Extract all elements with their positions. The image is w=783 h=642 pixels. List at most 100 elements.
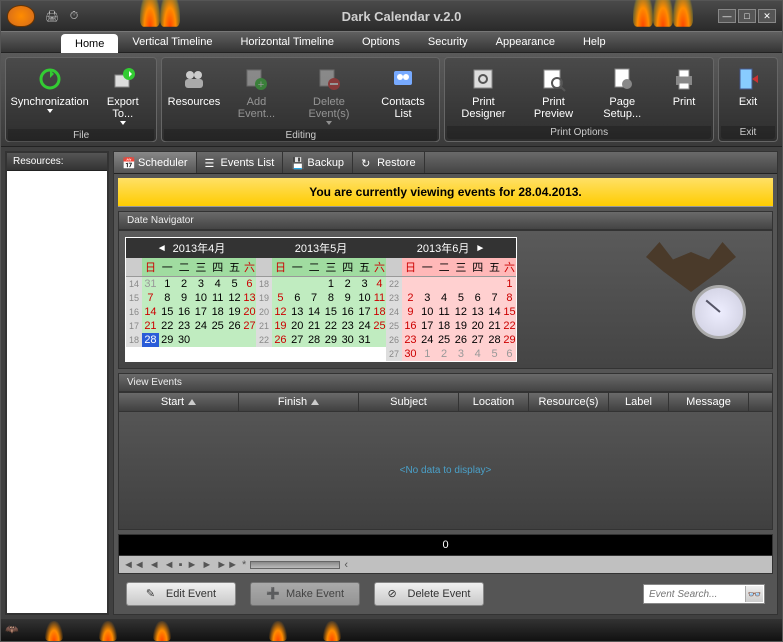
day-cell[interactable] <box>373 333 386 347</box>
day-cell[interactable]: 15 <box>322 305 339 319</box>
navigator-bar[interactable]: ◄◄◄◄▪►►►►* ‹ <box>118 556 773 574</box>
menu-security[interactable]: Security <box>414 32 482 52</box>
clock-icon[interactable]: ⏱ <box>65 7 83 25</box>
ribbon-synchronization-button[interactable]: Synchronization <box>8 60 91 129</box>
column-start[interactable]: Start <box>119 393 239 411</box>
ribbon-resources-button[interactable]: Resources <box>164 60 223 129</box>
subtab-restore[interactable]: ↻Restore <box>353 152 425 173</box>
day-cell[interactable] <box>486 277 503 292</box>
events-grid-body[interactable]: <No data to display> <box>118 412 773 530</box>
day-cell[interactable]: 28 <box>486 333 503 347</box>
next-month-button[interactable]: ► <box>475 243 485 254</box>
day-cell[interactable]: 22 <box>503 319 516 333</box>
day-cell[interactable]: 29 <box>159 333 176 347</box>
day-cell[interactable]: 5 <box>486 347 503 361</box>
ribbon-delete-event(s)-button[interactable]: Delete Event(s) <box>289 60 368 129</box>
day-cell[interactable]: 25 <box>373 319 386 333</box>
day-cell[interactable]: 4 <box>469 347 486 361</box>
day-cell[interactable]: 23 <box>176 319 193 333</box>
make-event-button[interactable]: ➕Make Event <box>250 582 360 606</box>
subtab-scheduler[interactable]: 📅Scheduler <box>114 152 197 173</box>
menu-appearance[interactable]: Appearance <box>482 32 569 52</box>
day-cell[interactable]: 13 <box>289 305 306 319</box>
day-cell[interactable]: 9 <box>402 305 419 319</box>
day-cell[interactable]: 4 <box>436 291 453 305</box>
day-cell[interactable]: 19 <box>452 319 469 333</box>
prev-month-button[interactable]: ◄ <box>157 243 167 254</box>
day-cell[interactable]: 3 <box>192 277 209 292</box>
day-cell[interactable]: 12 <box>226 291 243 305</box>
day-cell[interactable]: 19 <box>226 305 243 319</box>
resources-list[interactable] <box>7 171 107 613</box>
day-cell[interactable]: 3 <box>356 277 373 292</box>
day-cell[interactable]: 7 <box>486 291 503 305</box>
day-cell[interactable]: 30 <box>402 347 419 361</box>
column-location[interactable]: Location <box>459 393 529 411</box>
ribbon-add-event-button[interactable]: +Add Event... <box>224 60 290 129</box>
day-cell[interactable]: 5 <box>452 291 469 305</box>
day-cell[interactable] <box>289 277 306 292</box>
day-cell[interactable]: 7 <box>142 291 159 305</box>
day-cell[interactable]: 1 <box>503 277 516 292</box>
close-button[interactable]: ✕ <box>758 9 776 23</box>
ribbon-print-preview-button[interactable]: Print Preview <box>519 60 587 126</box>
day-cell[interactable] <box>306 277 323 292</box>
day-cell[interactable]: 4 <box>373 277 386 292</box>
day-cell[interactable]: 15 <box>159 305 176 319</box>
day-cell[interactable]: 24 <box>419 333 436 347</box>
day-cell[interactable]: 22 <box>322 319 339 333</box>
day-cell[interactable]: 24 <box>356 319 373 333</box>
day-cell[interactable]: 21 <box>486 319 503 333</box>
day-cell[interactable]: 21 <box>306 319 323 333</box>
day-cell[interactable]: 1 <box>159 277 176 292</box>
edit-event-button[interactable]: ✎Edit Event <box>126 582 236 606</box>
day-cell[interactable]: 18 <box>209 305 226 319</box>
column-label[interactable]: Label <box>609 393 669 411</box>
day-cell[interactable]: 9 <box>176 291 193 305</box>
day-cell[interactable] <box>209 333 226 347</box>
day-cell[interactable]: 3 <box>452 347 469 361</box>
day-cell[interactable]: 23 <box>402 333 419 347</box>
day-cell[interactable]: 19 <box>272 319 289 333</box>
day-cell[interactable] <box>272 277 289 292</box>
column-finish[interactable]: Finish <box>239 393 359 411</box>
ribbon-page-setup-button[interactable]: Page Setup... <box>587 60 657 126</box>
day-cell[interactable]: 11 <box>373 291 386 305</box>
ribbon-exit-button[interactable]: Exit <box>721 60 775 126</box>
day-cell[interactable]: 30 <box>339 333 356 347</box>
day-cell[interactable]: 23 <box>339 319 356 333</box>
day-cell[interactable]: 27 <box>289 333 306 347</box>
day-cell[interactable] <box>243 333 256 347</box>
print-icon[interactable]: 🖨 <box>43 7 61 25</box>
day-cell[interactable] <box>226 333 243 347</box>
day-cell[interactable]: 8 <box>503 291 516 305</box>
day-cell[interactable]: 25 <box>436 333 453 347</box>
day-cell[interactable] <box>402 277 419 292</box>
day-cell[interactable]: 10 <box>356 291 373 305</box>
ribbon-contacts-list-button[interactable]: Contacts List <box>369 60 438 129</box>
day-cell[interactable]: 31 <box>356 333 373 347</box>
day-cell[interactable]: 12 <box>272 305 289 319</box>
day-cell[interactable]: 17 <box>192 305 209 319</box>
tray-icon[interactable]: 🦇 <box>5 623 27 641</box>
day-cell[interactable]: 22 <box>159 319 176 333</box>
day-cell[interactable]: 24 <box>192 319 209 333</box>
day-cell[interactable] <box>452 277 469 292</box>
day-cell[interactable]: 18 <box>436 319 453 333</box>
day-cell[interactable]: 17 <box>419 319 436 333</box>
menu-vertical-timeline[interactable]: Vertical Timeline <box>118 32 226 52</box>
search-icon[interactable]: 👓 <box>745 586 763 602</box>
day-cell[interactable]: 18 <box>373 305 386 319</box>
maximize-button[interactable]: □ <box>738 9 756 23</box>
day-cell[interactable]: 14 <box>486 305 503 319</box>
menu-options[interactable]: Options <box>348 32 414 52</box>
day-cell[interactable]: 5 <box>226 277 243 292</box>
menu-horizontal-timeline[interactable]: Horizontal Timeline <box>226 32 348 52</box>
day-cell[interactable]: 17 <box>356 305 373 319</box>
ribbon-print-button[interactable]: Print <box>657 60 711 126</box>
menu-home[interactable]: Home <box>61 34 118 53</box>
day-cell[interactable]: 1 <box>322 277 339 292</box>
day-cell[interactable]: 1 <box>419 347 436 361</box>
day-cell[interactable]: 16 <box>176 305 193 319</box>
day-cell[interactable]: 3 <box>419 291 436 305</box>
